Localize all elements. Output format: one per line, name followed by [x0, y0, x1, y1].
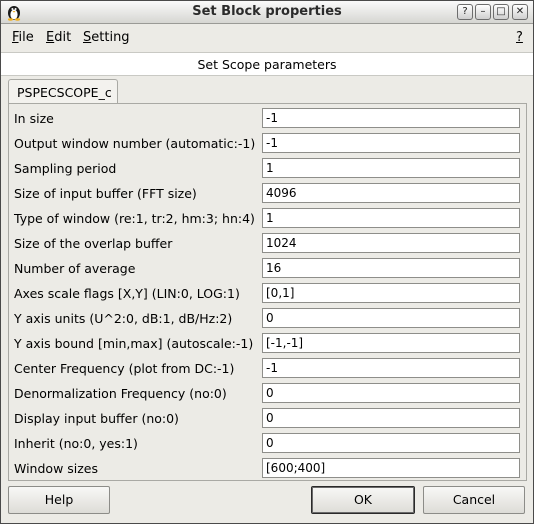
param-input[interactable] — [262, 358, 520, 378]
param-row: Size of the overlap buffer — [9, 231, 526, 256]
menu-help[interactable]: ? — [516, 30, 523, 45]
menu-file[interactable]: File — [12, 30, 34, 45]
param-label: Output window number (automatic:-1) — [14, 136, 256, 151]
window-title: Set Block properties — [192, 4, 342, 19]
help-button[interactable]: Help — [8, 486, 110, 514]
param-row: Denormalization Frequency (no:0) — [9, 381, 526, 406]
ok-button[interactable]: OK — [311, 486, 415, 514]
param-label: Y axis bound [min,max] (autoscale:-1) — [14, 336, 254, 351]
param-label: Axes scale flags [X,Y] (LIN:0, LOG:1) — [14, 286, 240, 301]
param-input[interactable] — [262, 333, 520, 353]
param-input[interactable] — [262, 383, 520, 403]
param-row: Y axis bound [min,max] (autoscale:-1) — [9, 331, 526, 356]
dialog-header: Set Scope parameters — [1, 52, 533, 76]
param-row: Size of input buffer (FFT size) — [9, 181, 526, 206]
param-input[interactable] — [262, 258, 520, 278]
menu-edit-label: dit — [54, 30, 72, 45]
menu-help-label: ? — [516, 30, 523, 45]
title-bar[interactable]: Set Block properties ? – □ ✕ — [1, 1, 533, 24]
param-label: Denormalization Frequency (no:0) — [14, 386, 227, 401]
param-label: Size of input buffer (FFT size) — [14, 186, 197, 201]
dialog-window: Set Block properties ? – □ ✕ File Edit S… — [0, 0, 534, 524]
help-window-button[interactable]: ? — [457, 4, 473, 20]
param-row: Sampling period — [9, 156, 526, 181]
menu-setting-label: etting — [91, 30, 130, 45]
param-input[interactable] — [262, 208, 520, 228]
param-input[interactable] — [262, 458, 520, 478]
param-input[interactable] — [262, 158, 520, 178]
param-row: Type of window (re:1, tr:2, hm:3; hn:4) — [9, 206, 526, 231]
param-label: Y axis units (U^2:0, dB:1, dB/Hz:2) — [14, 311, 233, 326]
param-row: Axes scale flags [X,Y] (LIN:0, LOG:1) — [9, 281, 526, 306]
dialog-header-text: Set Scope parameters — [197, 57, 337, 72]
param-row: Center Frequency (plot from DC:-1) — [9, 356, 526, 381]
menu-edit-mnemonic: E — [46, 30, 55, 45]
param-row: Y axis units (U^2:0, dB:1, dB/Hz:2) — [9, 306, 526, 331]
param-label: Window sizes — [14, 461, 99, 476]
menu-bar: File Edit Setting ? — [1, 24, 533, 50]
maximize-button[interactable]: □ — [493, 4, 509, 20]
param-label: Size of the overlap buffer — [14, 236, 173, 251]
param-input[interactable] — [262, 183, 520, 203]
param-input[interactable] — [262, 233, 520, 253]
tab-label: PSPECSCOPE_c — [17, 85, 112, 100]
tab-pspecscope[interactable]: PSPECSCOPE_c — [8, 79, 118, 104]
param-label: Center Frequency (plot from DC:-1) — [14, 361, 235, 376]
param-input[interactable] — [262, 283, 520, 303]
menu-edit[interactable]: Edit — [46, 30, 71, 45]
param-label: Type of window (re:1, tr:2, hm:3; hn:4) — [14, 211, 255, 226]
param-row: In size — [9, 106, 526, 131]
param-input[interactable] — [262, 408, 520, 428]
param-label: Sampling period — [14, 161, 117, 176]
param-input[interactable] — [262, 433, 520, 453]
param-label: In size — [14, 111, 54, 126]
param-row: Output window number (automatic:-1) — [9, 131, 526, 156]
parameters-panel: In size Output window number (automatic:… — [8, 103, 527, 481]
param-row: Inherit (no:0, yes:1) — [9, 431, 526, 456]
close-button[interactable]: ✕ — [512, 4, 528, 20]
param-input[interactable] — [262, 108, 520, 128]
param-label: Inherit (no:0, yes:1) — [14, 436, 138, 451]
menu-setting[interactable]: Setting — [83, 30, 130, 45]
param-input[interactable] — [262, 133, 520, 153]
minimize-button[interactable]: – — [475, 4, 491, 20]
param-row: Display input buffer (no:0) — [9, 406, 526, 431]
param-row: Window sizes — [9, 456, 526, 481]
param-row: Number of average — [9, 256, 526, 281]
cancel-button[interactable]: Cancel — [423, 486, 525, 514]
menu-file-label: ile — [18, 30, 34, 45]
param-label: Number of average — [14, 261, 136, 276]
param-input[interactable] — [262, 308, 520, 328]
param-label: Display input buffer (no:0) — [14, 411, 179, 426]
